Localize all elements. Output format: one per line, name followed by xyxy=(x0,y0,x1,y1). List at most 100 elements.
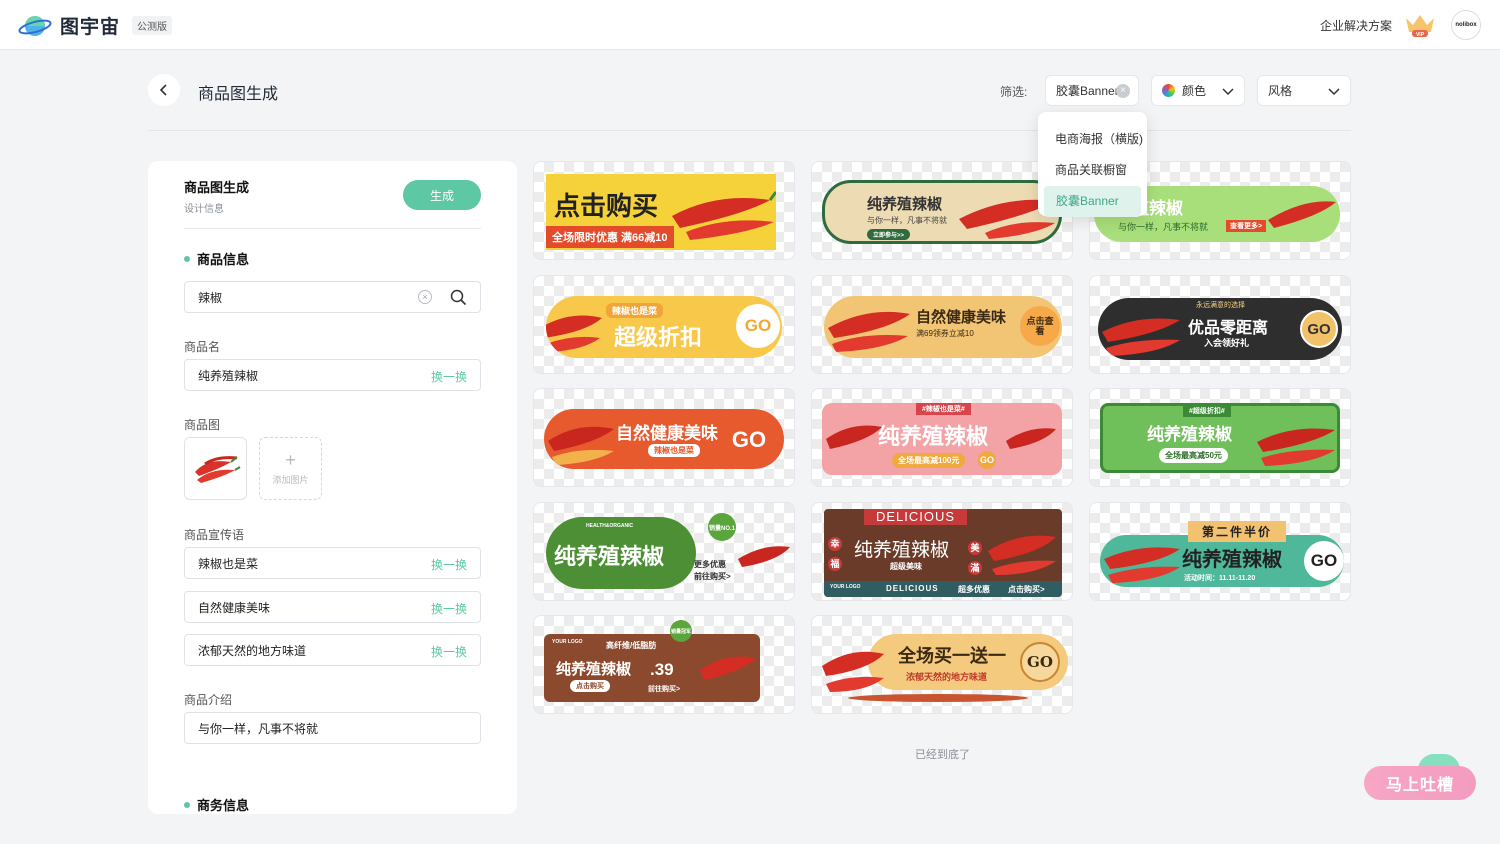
banner-card[interactable]: 永远满意的选择 优品零距离 入会领好礼 GO xyxy=(1089,275,1351,374)
banner-char: 幸 xyxy=(828,537,842,551)
go-button: GO xyxy=(1304,541,1344,581)
product-image-thumbnail[interactable] xyxy=(184,437,247,500)
intro-input[interactable]: 与你一样，凡事不将就 xyxy=(184,712,481,744)
product-name-input[interactable]: 纯养殖辣椒 换一换 xyxy=(184,359,481,391)
slogan-input-3[interactable]: 浓郁天然的地方味道 换一换 xyxy=(184,634,481,666)
banner-preview: 全场买一送一 浓郁天然的地方味道 GO xyxy=(868,634,1068,690)
banner-card[interactable]: HEALTH&ORGANIC 纯养殖辣椒 销量NO.1 更多优惠 前往购买> xyxy=(533,502,795,601)
plus-icon: + xyxy=(285,450,296,470)
banner-card[interactable]: #辣椒也是菜# 纯养殖辣椒 全场最高减100元 GO xyxy=(811,388,1073,487)
banner-headline: 纯养殖辣椒 xyxy=(854,539,950,561)
user-avatar[interactable]: nolibox xyxy=(1451,10,1481,40)
header-divider xyxy=(148,130,1351,131)
banner-preview: 自然健康美味 辣椒也是菜 GO xyxy=(544,409,784,469)
banner-headline: 纯养殖辣椒 xyxy=(867,195,943,213)
intro-label: 商品介绍 xyxy=(184,693,233,707)
chili-image xyxy=(1102,318,1180,356)
go-button: GO xyxy=(978,451,996,469)
banner-tag: 辣椒也是菜 xyxy=(606,303,664,318)
enterprise-solutions-link[interactable]: 企业解决方案 xyxy=(1320,17,1392,34)
add-image-button[interactable]: + 添加图片 xyxy=(259,437,322,500)
banner-headline: 自然健康美味 xyxy=(916,309,1007,326)
go-button: GO xyxy=(736,304,780,348)
banner-subline: 全场最高减50元 xyxy=(1159,448,1228,463)
swap-slogan-button[interactable]: 换一换 xyxy=(431,643,467,660)
clear-filter-icon[interactable]: × xyxy=(1116,84,1130,98)
banner-char: 滿 xyxy=(968,561,982,575)
swap-name-button[interactable]: 换一换 xyxy=(431,368,467,385)
dropdown-item-capsule-banner[interactable]: 胶囊Banner xyxy=(1044,186,1141,217)
top-navbar: 图宇宙 公测版 企业解决方案 VIP nolibox xyxy=(0,0,1500,50)
banner-subline: 前往购买> xyxy=(648,686,681,693)
filter-type-select[interactable]: 胶囊Banner × xyxy=(1045,75,1139,106)
banner-headline: 超级折扣 xyxy=(614,325,703,350)
product-search-input[interactable]: 辣椒 × xyxy=(184,281,481,313)
go-button: GO xyxy=(1300,310,1338,348)
banner-preview: DELICIOUS 幸 福 纯养殖辣椒 超级美味 美 滿 YOUR LOGO D… xyxy=(824,509,1062,597)
banner-footer-text: 点击购买> xyxy=(1008,585,1045,594)
swap-slogan-button[interactable]: 换一换 xyxy=(431,556,467,573)
banner-cta: 查看更多> xyxy=(1226,220,1267,232)
chili-image xyxy=(1104,547,1180,583)
slogan-input-2[interactable]: 自然健康美味 换一换 xyxy=(184,591,481,623)
banner-headline: 纯养殖辣椒 xyxy=(554,544,665,569)
banner-tag: 高纤维/低脂肪 xyxy=(606,641,657,650)
clear-search-icon[interactable]: × xyxy=(418,290,432,304)
banner-footer-text: DELICIOUS xyxy=(886,584,939,593)
product-name-value: 纯养殖辣椒 xyxy=(198,368,259,383)
slogan-input-1[interactable]: 辣椒也是菜 换一换 xyxy=(184,547,481,579)
panel-subtitle: 设计信息 xyxy=(184,204,224,215)
banner-subline: 全场最高减100元 xyxy=(892,453,966,468)
banner-card[interactable]: 点击购买 全场限时优惠 满66减10 xyxy=(533,161,795,260)
panel-title: 商品图生成 xyxy=(184,180,250,195)
search-icon[interactable] xyxy=(450,289,467,306)
dropdown-item-poster[interactable]: 电商海报（横版) xyxy=(1038,124,1147,155)
planet-logo-icon xyxy=(18,15,52,36)
banner-tag: 永远满意的选择 xyxy=(1196,302,1245,309)
vip-crown-icon[interactable]: VIP xyxy=(1404,12,1436,38)
banner-card[interactable]: 辣椒也是菜 超级折扣 GO xyxy=(533,275,795,374)
banner-logo: YOUR LOGO xyxy=(552,639,583,645)
banner-headline: 纯养殖辣椒 xyxy=(878,424,989,449)
swap-slogan-button[interactable]: 换一换 xyxy=(431,600,467,617)
banner-card[interactable]: 自然健康美味 辣椒也是菜 GO xyxy=(533,388,795,487)
chili-image xyxy=(548,426,614,465)
filter-style-select[interactable]: 风格 xyxy=(1257,75,1351,106)
svg-text:VIP: VIP xyxy=(1416,32,1425,38)
banner-subline: 与你一样，凡事不将就 xyxy=(1118,222,1209,232)
banner-preview: #超级折扣# 纯养殖辣椒 全场最高减50元 xyxy=(1100,403,1340,473)
banner-preview: 自然健康美味 满69领券立减10 点击查看 xyxy=(824,296,1062,358)
sales-badge: 销量冠军 xyxy=(670,620,692,642)
banner-subline: 与你一样，凡事不将就 xyxy=(867,216,947,225)
product-name-label: 商品名 xyxy=(184,340,221,354)
banner-card[interactable]: 全场买一送一 浓郁天然的地方味道 GO xyxy=(811,615,1073,714)
banner-card[interactable]: DELICIOUS 幸 福 纯养殖辣椒 超级美味 美 滿 YOUR LOGO D… xyxy=(811,502,1073,601)
chili-image xyxy=(1268,201,1336,228)
filter-label: 筛选: xyxy=(1000,85,1028,99)
banner-preview: 纯养殖辣椒 活动时间：11.11-11.20 GO xyxy=(1100,535,1344,587)
banner-char: 美 xyxy=(968,541,982,555)
filter-color-label: 颜色 xyxy=(1182,84,1207,98)
generate-button[interactable]: 生成 xyxy=(403,180,481,210)
chili-image xyxy=(988,535,1056,575)
banner-card[interactable]: 纯养殖辣椒 活动时间：11.11-11.20 GO 第二件半价 xyxy=(1089,502,1351,601)
banner-subline: 超级美味 xyxy=(890,562,922,571)
chili-image xyxy=(194,455,241,483)
banner-card[interactable]: #超级折扣# 纯养殖辣椒 全场最高减50元 xyxy=(1089,388,1351,487)
back-button[interactable] xyxy=(148,74,180,106)
chili-image xyxy=(546,315,602,352)
slogan-value: 自然健康美味 xyxy=(198,600,271,615)
banner-card[interactable]: YOUR LOGO 高纤维/低脂肪 纯养殖辣椒 点击购买 .39 前往购买> 销… xyxy=(533,615,795,714)
filter-color-select[interactable]: 颜色 xyxy=(1151,75,1245,106)
banner-card[interactable]: 纯养殖辣椒 与你一样，凡事不将就 立即参与>> xyxy=(811,161,1073,260)
dropdown-item-window[interactable]: 商品关联橱窗 xyxy=(1038,155,1147,186)
slogan-value: 辣椒也是菜 xyxy=(198,556,259,571)
banner-card[interactable]: 自然健康美味 满69领券立减10 点击查看 xyxy=(811,275,1073,374)
banner-tag: HEALTH&ORGANIC xyxy=(586,523,634,529)
add-image-label: 添加图片 xyxy=(272,475,309,485)
app-logo[interactable]: 图宇宙 公测版 xyxy=(18,12,173,39)
banner-preview: 点击购买 全场限时优惠 满66减10 xyxy=(546,174,776,250)
go-button: GO xyxy=(1020,642,1060,682)
feedback-button[interactable]: 马上吐槽 xyxy=(1364,766,1476,800)
banner-headline: 点击购买 xyxy=(554,191,659,221)
